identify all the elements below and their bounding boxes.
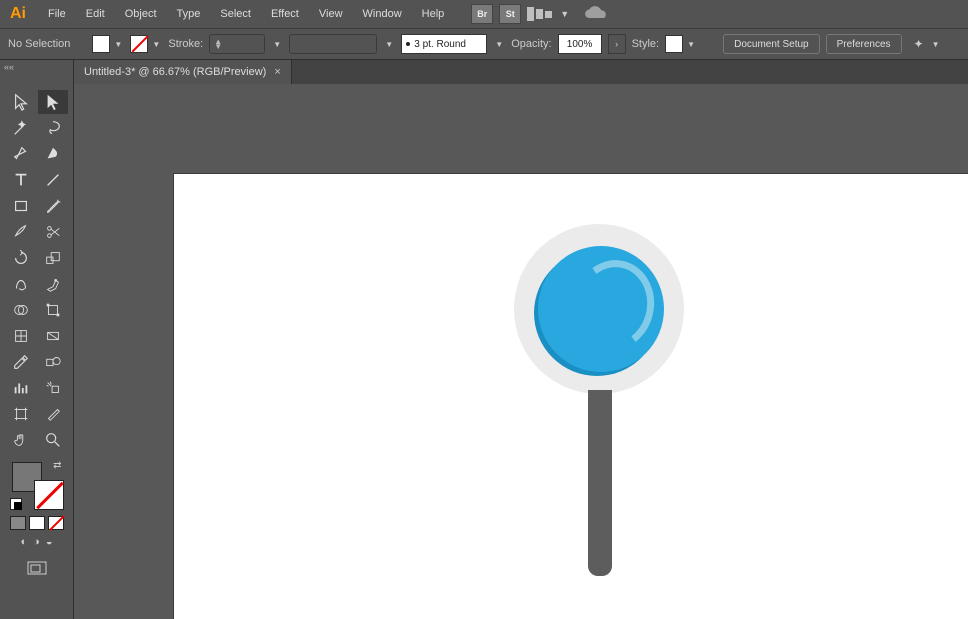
magic-wand-tool[interactable] — [6, 116, 36, 140]
tools-panel-collapse[interactable]: «« — [0, 60, 74, 84]
align-flyout-chevron[interactable]: ▼ — [930, 35, 942, 53]
rectangle-tool[interactable] — [6, 194, 36, 218]
artboard[interactable] — [174, 174, 968, 619]
draw-normal-icon[interactable]: ◐ — [21, 536, 28, 548]
close-tab-icon[interactable]: × — [274, 66, 280, 78]
brush-dot-icon — [406, 42, 410, 46]
type-tool[interactable] — [6, 168, 36, 192]
arrange-documents-button[interactable] — [527, 5, 553, 23]
app-logo: Ai — [6, 2, 30, 26]
tools-panel: ⇄ ◐ ◑ ◒ — [0, 84, 74, 619]
document-setup-button[interactable]: Document Setup — [723, 34, 820, 54]
default-fill-stroke-icon[interactable] — [10, 498, 22, 510]
stroke-swatch[interactable]: ▼ — [130, 35, 162, 53]
gpu-preview-icon[interactable] — [583, 4, 609, 24]
pencil-tool[interactable] — [6, 220, 36, 244]
opacity-label: Opacity: — [511, 38, 551, 50]
draw-inside-icon[interactable]: ◒ — [46, 536, 53, 548]
paintbrush-tool[interactable] — [38, 194, 68, 218]
curvature-tool[interactable] — [38, 142, 68, 166]
slice-tool[interactable] — [38, 402, 68, 426]
screen-mode-button[interactable] — [23, 558, 51, 578]
stroke-weight-dropdown[interactable]: ▼ — [271, 35, 283, 53]
stock-button[interactable]: St — [499, 4, 521, 24]
profile-dropdown-chevron[interactable]: ▼ — [383, 35, 395, 53]
symbol-sprayer-tool[interactable] — [38, 376, 68, 400]
opacity-flyout[interactable]: › — [608, 34, 626, 54]
zoom-tool[interactable] — [38, 428, 68, 452]
fill-stroke-indicator[interactable]: ⇄ — [10, 460, 64, 510]
menu-edit[interactable]: Edit — [76, 4, 115, 24]
brush-label: 3 pt. Round — [414, 39, 466, 50]
swap-fill-stroke-icon[interactable]: ⇄ — [53, 460, 61, 471]
app-logo-text: Ai — [10, 5, 26, 23]
menu-view[interactable]: View — [309, 4, 353, 24]
document-tab[interactable]: Untitled-3* @ 66.67% (RGB/Preview) × — [74, 60, 292, 84]
color-mode-normal[interactable] — [10, 516, 26, 530]
brush-definition-dropdown[interactable]: 3 pt. Round — [401, 34, 487, 54]
brush-dropdown-chevron[interactable]: ▼ — [493, 35, 505, 53]
hand-tool[interactable] — [6, 428, 36, 452]
magnifier-handle — [588, 390, 612, 576]
menu-effect[interactable]: Effect — [261, 4, 309, 24]
menu-file[interactable]: File — [38, 4, 76, 24]
opacity-field[interactable]: 100% — [558, 34, 602, 54]
fill-swatch[interactable]: ▼ — [92, 35, 124, 53]
stroke-weight-field[interactable]: ▲▼ — [209, 34, 265, 54]
pen-tool[interactable] — [6, 142, 36, 166]
puppet-warp-tool[interactable] — [38, 272, 68, 296]
menu-type[interactable]: Type — [167, 4, 211, 24]
mesh-tool[interactable] — [6, 324, 36, 348]
menu-bar: Ai File Edit Object Type Select Effect V… — [0, 0, 968, 28]
graphic-style-dropdown[interactable]: ▼ — [665, 35, 697, 53]
scale-tool[interactable] — [38, 246, 68, 270]
stroke-indicator[interactable] — [34, 480, 64, 510]
menu-object[interactable]: Object — [115, 4, 167, 24]
artboard-tool[interactable] — [6, 402, 36, 426]
selection-tool[interactable] — [6, 90, 36, 114]
document-tab-title: Untitled-3* @ 66.67% (RGB/Preview) — [84, 66, 266, 78]
variable-width-profile-dropdown[interactable] — [289, 34, 377, 54]
warp-tool[interactable] — [6, 272, 36, 296]
workspace: ⇄ ◐ ◑ ◒ — [0, 84, 968, 619]
menu-select[interactable]: Select — [210, 4, 261, 24]
blend-tool[interactable] — [38, 350, 68, 374]
control-bar: No Selection ▼ ▼ Stroke: ▲▼ ▼ ▼ 3 pt. Ro… — [0, 28, 968, 60]
align-flyout-icon[interactable]: ✦ — [914, 37, 924, 51]
rotate-tool[interactable] — [6, 246, 36, 270]
line-segment-tool[interactable] — [38, 168, 68, 192]
lasso-tool[interactable] — [38, 116, 68, 140]
color-mode-gradient[interactable] — [29, 516, 45, 530]
color-mode-none[interactable] — [48, 516, 64, 530]
stroke-label: Stroke: — [168, 38, 203, 50]
menu-help[interactable]: Help — [412, 4, 455, 24]
bridge-button[interactable]: Br — [471, 4, 493, 24]
free-transform-tool[interactable] — [38, 298, 68, 322]
direct-selection-tool[interactable] — [38, 90, 68, 114]
gradient-tool[interactable] — [38, 324, 68, 348]
style-label: Style: — [632, 38, 660, 50]
magnifier-rim — [514, 224, 684, 394]
eyedropper-tool[interactable] — [6, 350, 36, 374]
chevron-down-icon[interactable]: ▼ — [560, 9, 569, 19]
preferences-button[interactable]: Preferences — [826, 34, 902, 54]
menu-window[interactable]: Window — [353, 4, 412, 24]
column-graph-tool[interactable] — [6, 376, 36, 400]
magnifying-glass-illustration[interactable] — [514, 224, 684, 394]
scissors-tool[interactable] — [38, 220, 68, 244]
canvas-area[interactable] — [74, 84, 968, 619]
color-mode-row — [10, 516, 64, 530]
document-tab-bar: «« Untitled-3* @ 66.67% (RGB/Preview) × — [0, 60, 968, 84]
shape-builder-tool[interactable] — [6, 298, 36, 322]
draw-behind-icon[interactable]: ◑ — [33, 536, 40, 548]
selection-status-label: No Selection — [8, 38, 70, 50]
